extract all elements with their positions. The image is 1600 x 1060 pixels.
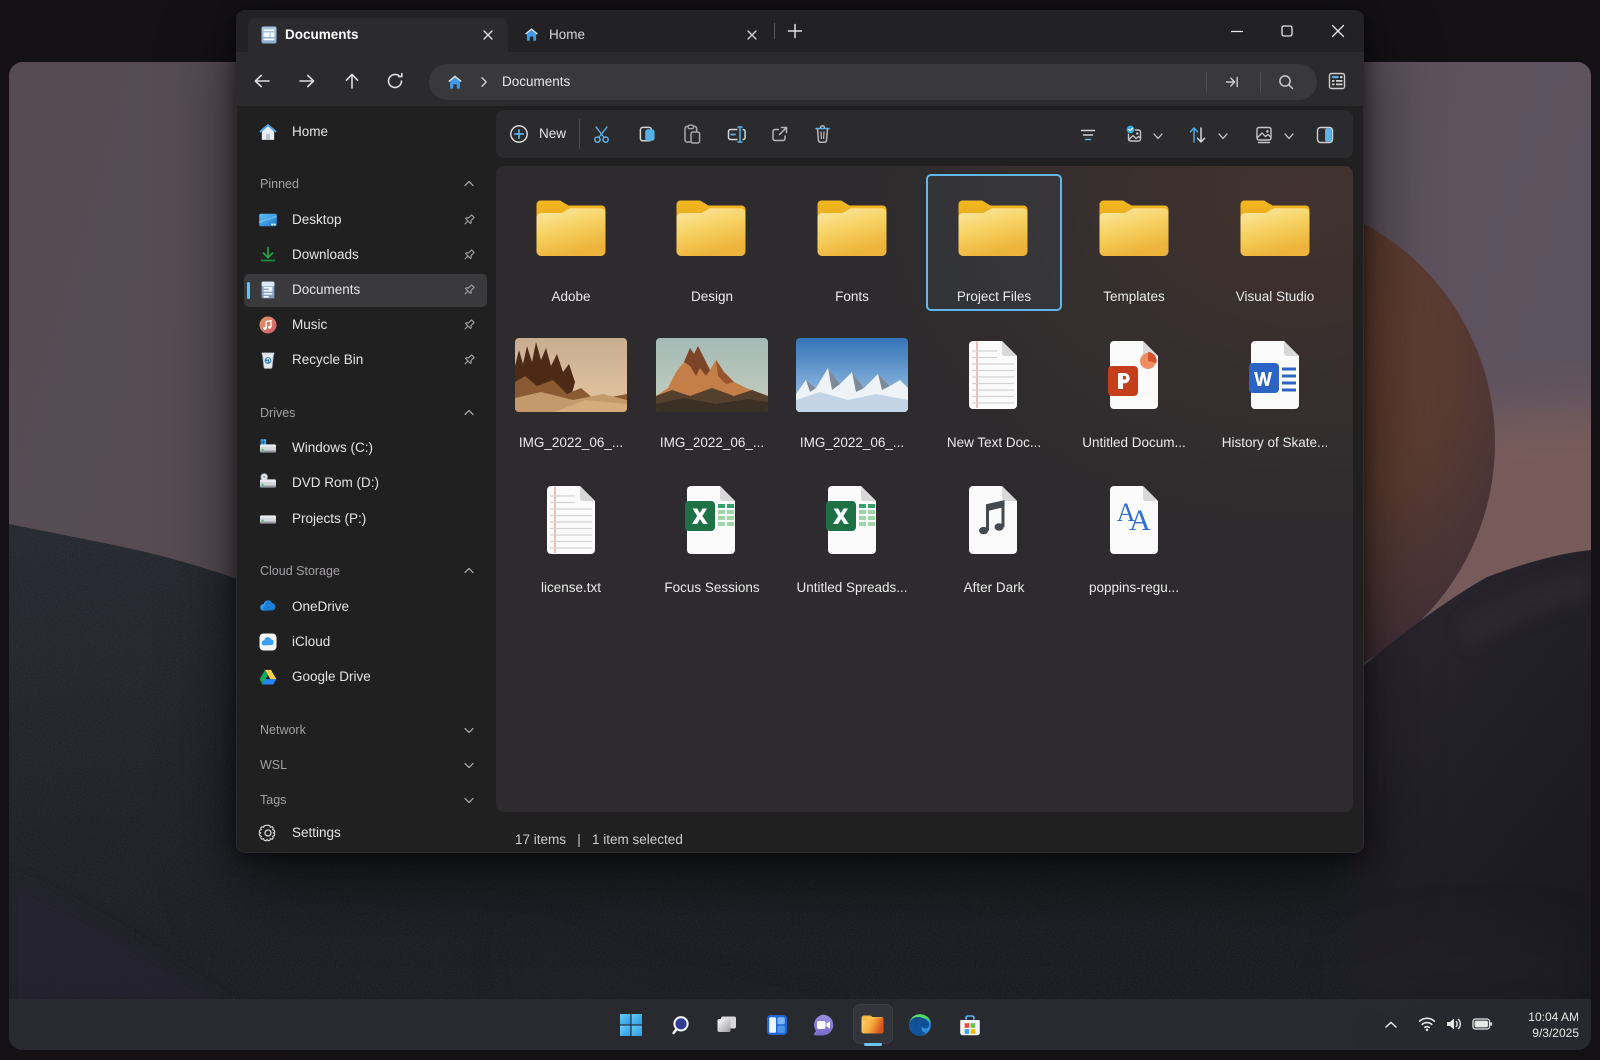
svg-text:A: A	[1129, 504, 1151, 537]
